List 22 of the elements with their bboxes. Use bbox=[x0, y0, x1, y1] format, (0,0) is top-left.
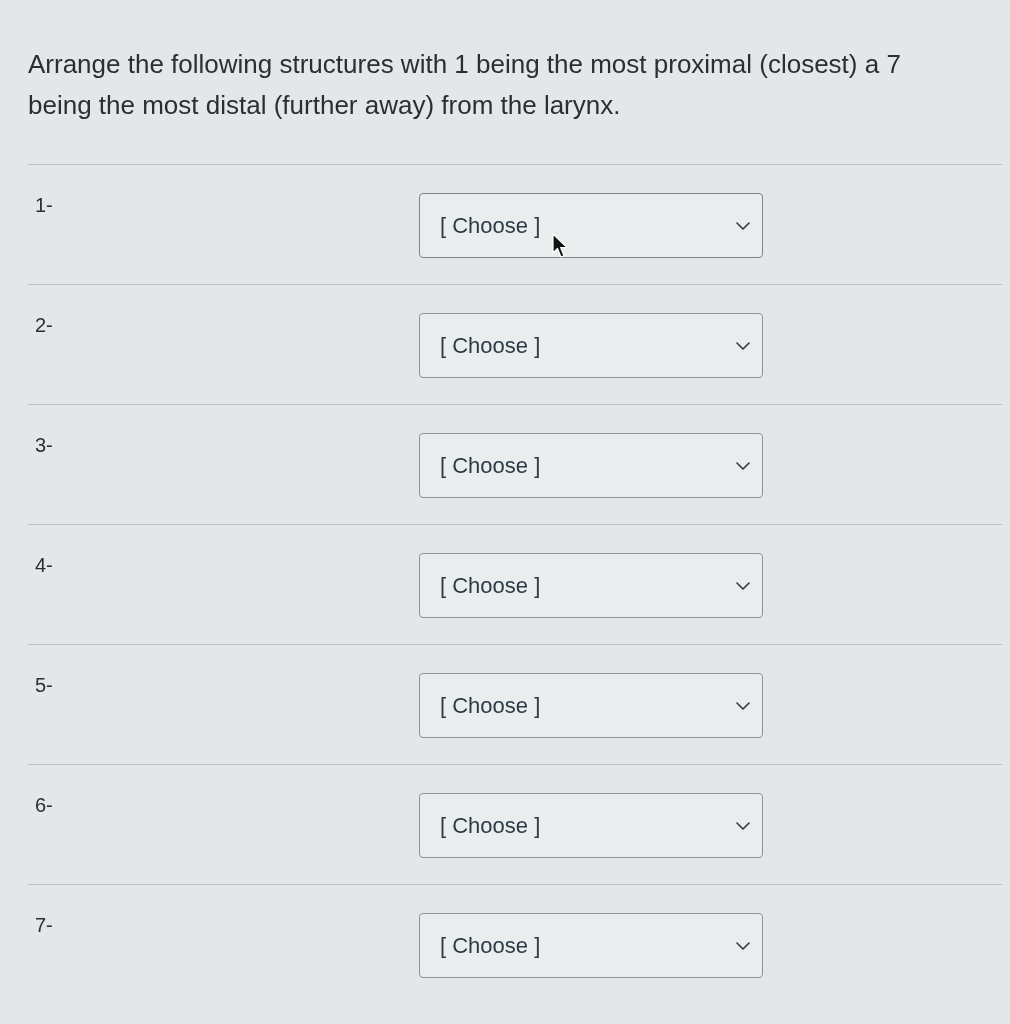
chevron-down-icon bbox=[736, 341, 750, 350]
item-number: 6- bbox=[35, 793, 53, 817]
item-number: 4- bbox=[35, 553, 53, 577]
dropdown-select[interactable]: [ Choose ] bbox=[419, 673, 763, 738]
dropdown-select[interactable]: [ Choose ] bbox=[419, 433, 763, 498]
dropdown-select[interactable]: [ Choose ] bbox=[419, 553, 763, 618]
chevron-down-icon bbox=[736, 581, 750, 590]
question-text: Arrange the following structures with 1 being the most proximal (closest) a 7 being the most distal (further away) from the larynx. bbox=[28, 48, 902, 122]
item-number: 3- bbox=[35, 433, 53, 457]
item-number: 1- bbox=[35, 193, 53, 217]
chevron-down-icon bbox=[736, 821, 750, 830]
chevron-down-icon bbox=[736, 221, 750, 230]
item-number: 5- bbox=[35, 673, 53, 697]
item-number: 7- bbox=[35, 913, 53, 937]
chevron-down-icon bbox=[736, 461, 750, 470]
item-number: 2- bbox=[35, 313, 53, 337]
dropdown-select[interactable]: [ Choose ] bbox=[419, 193, 763, 258]
chevron-down-icon bbox=[736, 941, 750, 950]
dropdown-select[interactable]: [ Choose ] bbox=[419, 913, 763, 978]
chevron-down-icon bbox=[736, 701, 750, 710]
dropdown-select[interactable]: [ Choose ] bbox=[419, 313, 763, 378]
dropdown-select[interactable]: [ Choose ] bbox=[419, 793, 763, 858]
